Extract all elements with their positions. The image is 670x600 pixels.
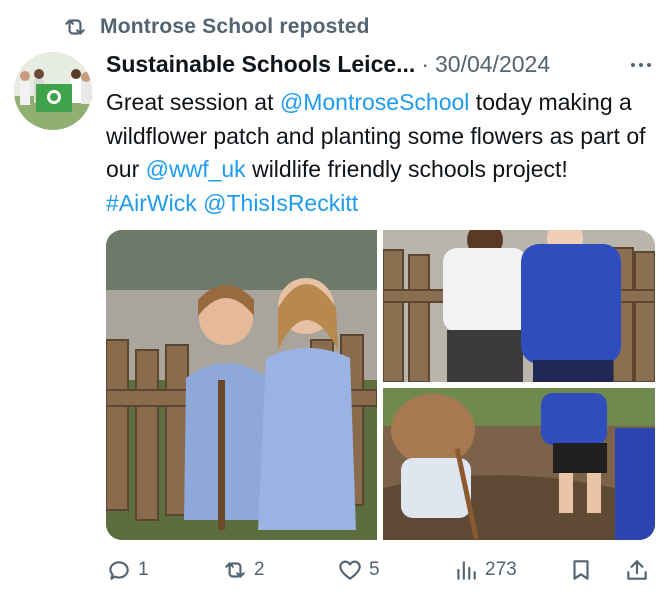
repost-icon (65, 19, 85, 35)
tweet-text: Great session at @MontroseSchool today m… (106, 86, 651, 220)
reply-icon (109, 561, 129, 580)
text-segment: wildlife friendly schools project! (245, 156, 568, 182)
text-segment: Great session at (106, 89, 280, 115)
repost-count: 2 (254, 559, 265, 580)
repost-label: Montrose School reposted (100, 15, 370, 38)
repost-button[interactable]: 2 (222, 554, 265, 586)
heart-icon (339, 560, 361, 580)
share-icon (627, 560, 647, 580)
view-count: 273 (485, 559, 517, 580)
photo-two-girls[interactable] (106, 230, 377, 540)
views-button[interactable]: 273 (453, 554, 517, 586)
separator-dot: · (421, 50, 429, 77)
author-avatar[interactable] (14, 52, 92, 130)
bookmark-icon (573, 560, 589, 580)
repost-icon (225, 562, 245, 578)
action-bar: 1 2 5 273 (106, 554, 654, 586)
reply-button[interactable]: 1 (106, 554, 149, 586)
author-name[interactable]: Sustainable Schools Leice... (106, 51, 415, 78)
mention-wwf-uk[interactable]: @wwf_uk (146, 156, 246, 182)
avatar-image (14, 52, 92, 130)
bookmark-button[interactable] (568, 554, 594, 586)
mention-thisisreckitt[interactable]: @ThisIsReckitt (203, 190, 358, 216)
mention-montroseschool[interactable]: @MontroseSchool (280, 89, 470, 115)
like-button[interactable]: 5 (337, 554, 380, 586)
more-options-icon[interactable] (626, 58, 656, 72)
photo-two-pupils[interactable] (383, 230, 655, 382)
share-button[interactable] (624, 554, 650, 586)
reply-count: 1 (138, 559, 149, 580)
repost-indicator[interactable]: Montrose School reposted (62, 12, 370, 42)
tweet-header: Sustainable Schools Leice... · 30/04/202… (106, 46, 656, 82)
like-count: 5 (369, 559, 380, 580)
views-chart-icon (457, 561, 476, 580)
photo-grid (106, 230, 655, 540)
photo-child-digging[interactable] (383, 388, 655, 540)
post-date[interactable]: 30/04/2024 (435, 51, 550, 78)
hashtag-airwick[interactable]: #AirWick (106, 190, 197, 216)
